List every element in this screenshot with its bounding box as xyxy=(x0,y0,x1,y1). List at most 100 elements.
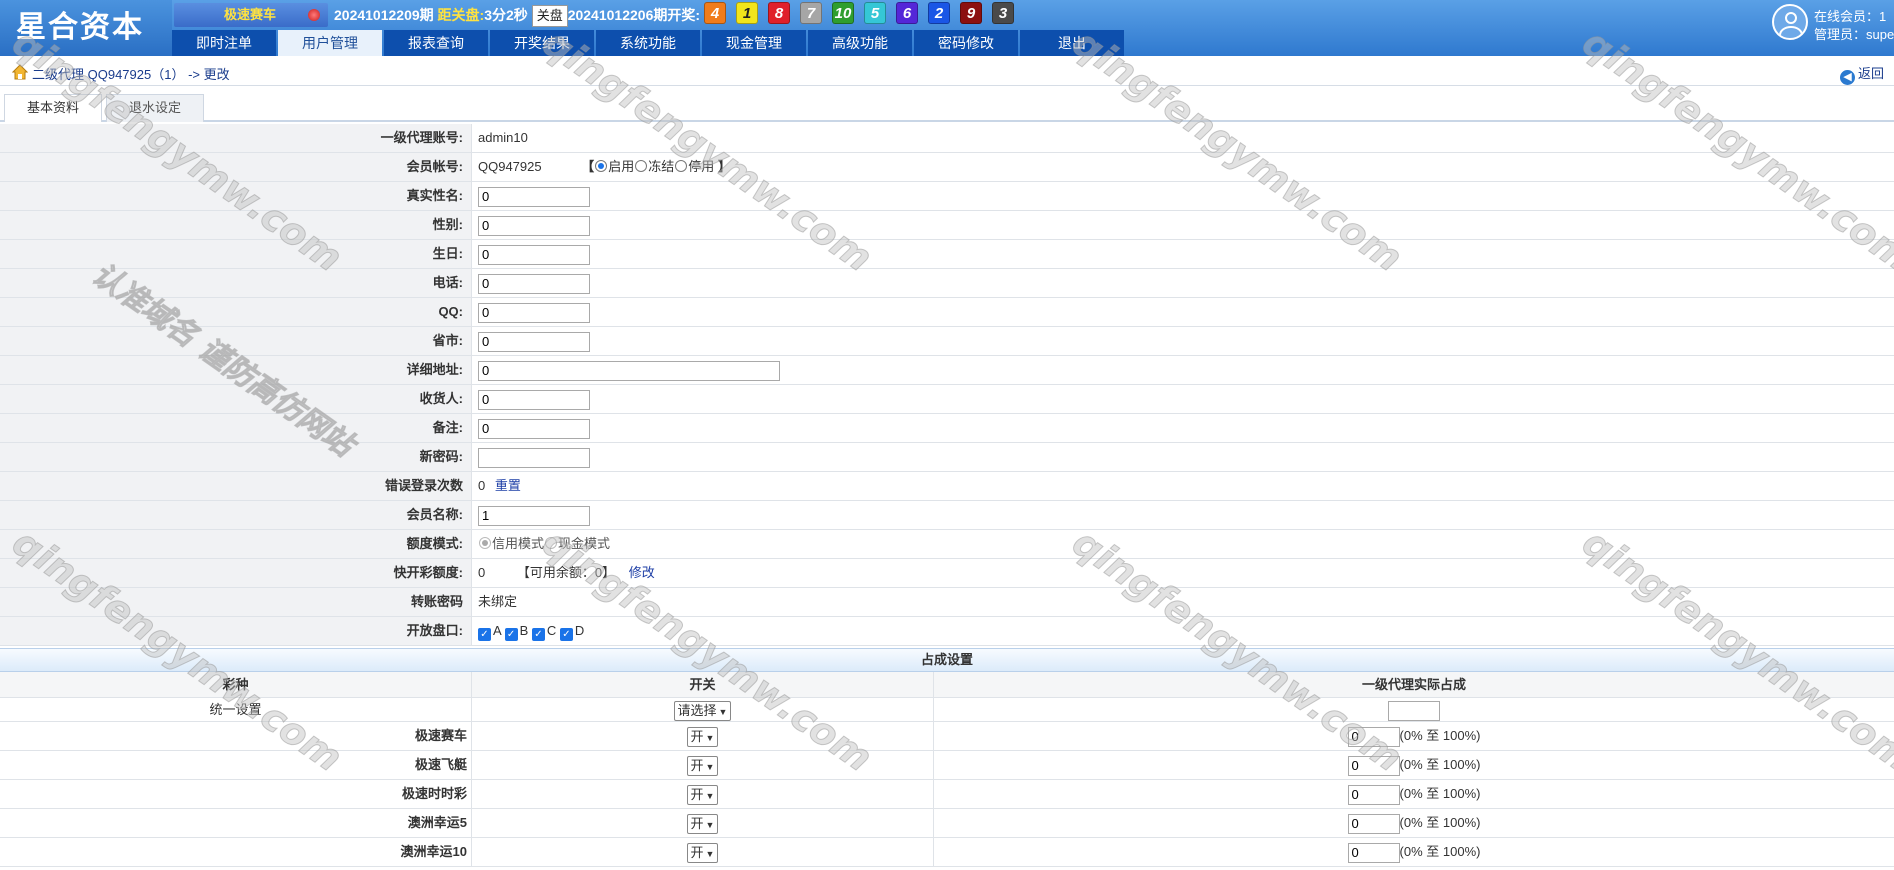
share-input[interactable] xyxy=(1347,784,1400,805)
qq-input[interactable] xyxy=(478,302,590,323)
switch-select[interactable]: 开 ▼ xyxy=(686,813,719,834)
unify-share-input[interactable] xyxy=(1388,700,1440,721)
form-row: QQ: xyxy=(0,298,1894,327)
city-label: 省市: xyxy=(0,327,472,355)
form-row: 详细地址: xyxy=(0,356,1894,385)
draw-ball: 10 xyxy=(832,2,854,24)
back-button[interactable]: ◀ 返回 xyxy=(1839,63,1884,85)
birthday-label: 生日: xyxy=(0,240,472,268)
nav-item[interactable]: 用户管理 xyxy=(278,30,382,56)
close-countdown-label: 距关盘: xyxy=(437,7,485,23)
gender-label: 性别: xyxy=(0,211,472,239)
quota-mode-label: 额度模式: xyxy=(0,530,472,558)
share-input[interactable] xyxy=(1347,755,1400,776)
close-button[interactable]: 关盘 xyxy=(531,5,568,27)
nav-item[interactable]: 高级功能 xyxy=(808,30,912,56)
member-account-field: QQ947925 【启用 冻结 停用 】 xyxy=(478,159,731,174)
receiver-input[interactable] xyxy=(478,389,590,410)
switch-select[interactable]: 开 ▼ xyxy=(686,842,719,863)
gender-input[interactable] xyxy=(478,215,590,236)
note-label: 备注: xyxy=(0,414,472,442)
draw-ball: 3 xyxy=(992,2,1014,24)
breadcrumb-action: -> 更改 xyxy=(188,67,230,82)
nav-item[interactable]: 即时注单 xyxy=(172,30,276,56)
share-range: (0% 至 100%) xyxy=(1399,728,1481,743)
draw-ball: 9 xyxy=(960,2,982,24)
breadcrumb-path: 二级代理 QQ947925（1） xyxy=(32,67,185,82)
col-switch: 开关 xyxy=(472,672,934,697)
share-range: (0% 至 100%) xyxy=(1399,757,1481,772)
form-row: 开放盘口: ✓ A ✓ B ✓ C ✓ D xyxy=(0,617,1894,646)
plate-b-checkbox[interactable]: ✓ xyxy=(504,628,518,641)
countdown: 3分2秒 xyxy=(484,7,528,23)
share-input[interactable] xyxy=(1347,726,1400,747)
switch-select[interactable]: 开 ▼ xyxy=(686,784,719,805)
transfer-password-label: 转账密码 xyxy=(0,588,472,616)
open-plates: ✓ A ✓ B ✓ C ✓ D xyxy=(478,617,584,645)
home-icon[interactable] xyxy=(12,64,28,80)
new-password-input[interactable] xyxy=(478,447,590,468)
address-input[interactable] xyxy=(478,360,780,381)
city-input[interactable] xyxy=(478,331,590,352)
form-row: 备注: xyxy=(0,414,1894,443)
status-disable-label: 停用 xyxy=(688,159,715,174)
share-input[interactable] xyxy=(1347,813,1400,834)
status-open-radio[interactable] xyxy=(595,160,608,172)
plate-c-checkbox[interactable]: ✓ xyxy=(531,628,545,641)
fast-quota-label: 快开彩额度: xyxy=(0,559,472,587)
share-range: (0% 至 100%) xyxy=(1399,815,1481,830)
unify-select[interactable]: 请选择 ▼ xyxy=(673,700,732,721)
nav-item[interactable]: 现金管理 xyxy=(702,30,806,56)
game-name: 澳洲幸运10 xyxy=(0,838,472,866)
plate-a-checkbox[interactable]: ✓ xyxy=(478,628,491,641)
nav-item[interactable]: 退出 xyxy=(1020,30,1124,56)
birthday-input[interactable] xyxy=(478,244,590,265)
switch-select[interactable]: 开 ▼ xyxy=(686,726,719,747)
back-icon: ◀ xyxy=(1839,70,1855,85)
online-count: 在线会员：1 xyxy=(1814,9,1887,24)
nav-item[interactable]: 开奖结果 xyxy=(490,30,594,56)
draw-ball: 6 xyxy=(896,2,918,24)
available-label: 【可用余额： xyxy=(516,565,595,580)
quota-cash-radio[interactable] xyxy=(545,537,558,549)
address-label: 详细地址: xyxy=(0,356,472,384)
modify-link[interactable]: 修改 xyxy=(629,565,655,580)
form-row: 省市: xyxy=(0,327,1894,356)
form-row: 转账密码 未绑定 xyxy=(0,588,1894,617)
plate-b-label: B xyxy=(519,623,529,638)
status-dot-icon xyxy=(308,9,320,21)
open-plates-label: 开放盘口: xyxy=(0,617,472,645)
quota-credit-radio[interactable] xyxy=(479,537,491,549)
logo: 星合资本 xyxy=(0,0,172,56)
admin-label: 管理员：super xyxy=(1814,27,1894,42)
form-row: 会员名称: xyxy=(0,501,1894,530)
plate-d-checkbox[interactable]: ✓ xyxy=(559,628,573,641)
note-input[interactable] xyxy=(478,418,590,439)
current-issue: 20241012209期 xyxy=(334,7,434,23)
nav-item[interactable]: 密码修改 xyxy=(914,30,1018,56)
nav-item[interactable]: 报表查询 xyxy=(384,30,488,56)
share-input[interactable] xyxy=(1347,842,1400,863)
form-row: 电话: xyxy=(0,269,1894,298)
form-row: 会员帐号: QQ947925 【启用 冻结 停用 】 xyxy=(0,153,1894,182)
reset-link[interactable]: 重置 xyxy=(495,478,521,493)
form-row: 真实性名: xyxy=(0,182,1894,211)
tab-rebate-settings[interactable]: 退水设定 xyxy=(106,94,204,122)
unify-label: 统一设置 xyxy=(0,698,472,721)
table-row: 澳洲幸运5 开▼ (0% 至 100%) xyxy=(0,809,1894,838)
realname-input[interactable] xyxy=(478,186,590,207)
table-header: 彩种 开关 一级代理实际占成 xyxy=(0,672,1894,698)
tabs: 基本资料 退水设定 xyxy=(0,92,1894,122)
col-share: 一级代理实际占成 xyxy=(1361,677,1466,692)
agent-account-value: admin10 xyxy=(478,130,528,145)
user-avatar-icon[interactable] xyxy=(1772,4,1808,40)
lottery-selector[interactable]: 极速赛车 xyxy=(174,3,328,27)
status-disable-radio[interactable] xyxy=(675,160,688,172)
status-freeze-radio[interactable] xyxy=(635,160,648,172)
phone-input[interactable] xyxy=(478,273,590,294)
tab-basic-info[interactable]: 基本资料 xyxy=(4,94,102,122)
switch-select[interactable]: 开 ▼ xyxy=(686,755,719,776)
nav-item[interactable]: 系统功能 xyxy=(596,30,700,56)
quota-cash-label: 现金模式 xyxy=(558,536,611,551)
member-name-input[interactable] xyxy=(478,505,590,526)
